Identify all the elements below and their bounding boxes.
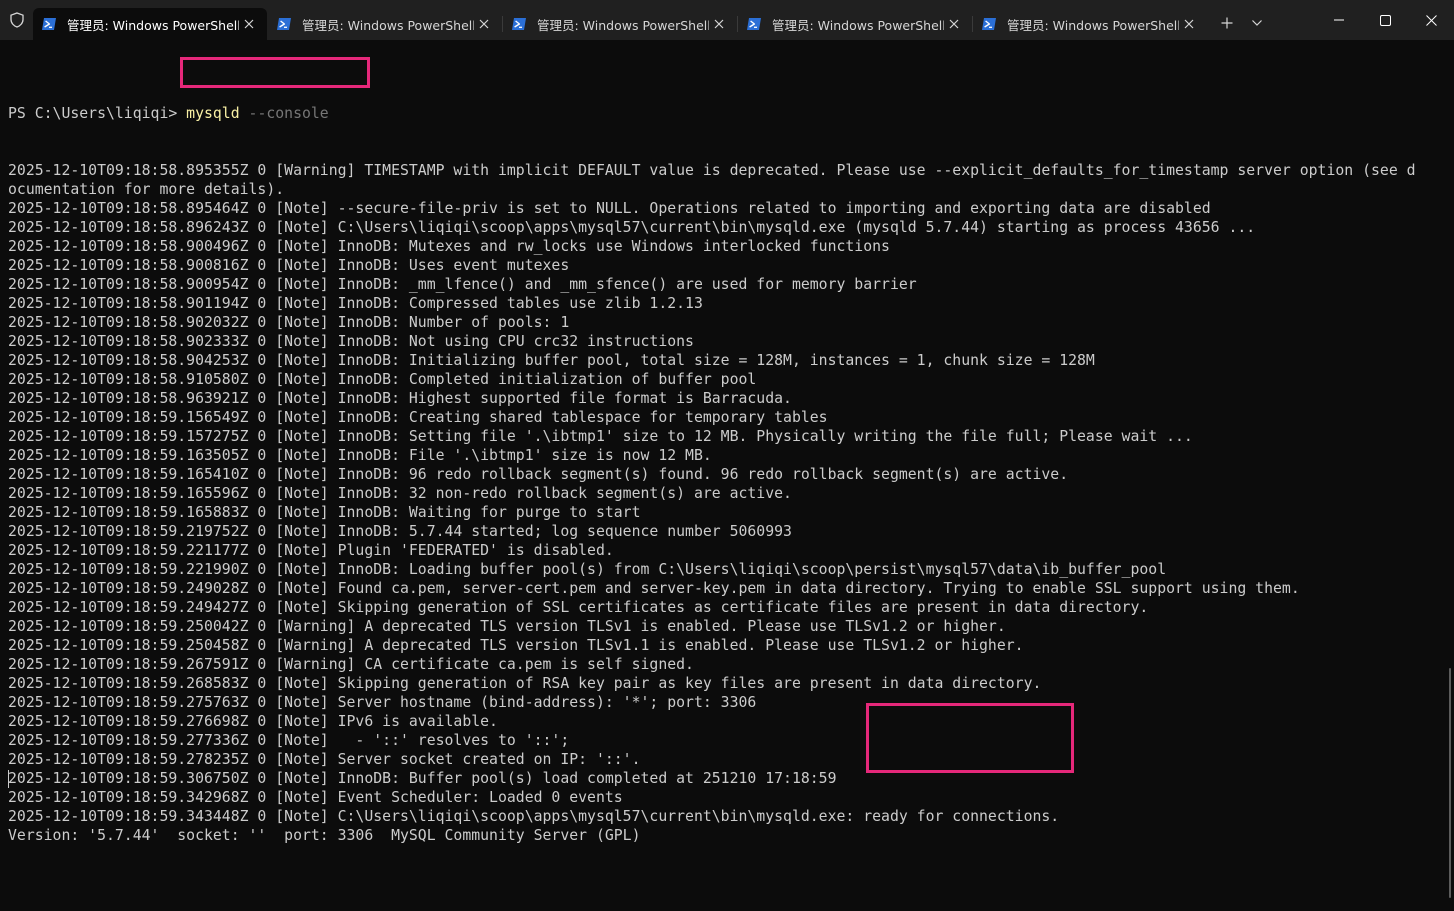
close-icon	[949, 19, 959, 29]
ready-highlight-box	[866, 703, 1074, 773]
log-line: 2025-12-10T09:18:58.900954Z 0 [Note] Inn…	[8, 276, 917, 293]
log-line: 2025-12-10T09:18:58.910580Z 0 [Note] Inn…	[8, 371, 757, 388]
tab-close-button[interactable]	[709, 14, 729, 34]
scrollbar[interactable]	[1449, 668, 1451, 898]
powershell-icon	[512, 18, 526, 30]
minimize-icon	[1334, 19, 1344, 21]
terminal-output: PS C:\Users\liqiqi> mysqld --console 202…	[8, 66, 1416, 883]
log-line: 2025-12-10T09:18:59.249427Z 0 [Note] Ski…	[8, 599, 1149, 616]
log-line: 2025-12-10T09:18:59.165596Z 0 [Note] Inn…	[8, 485, 792, 502]
tab-1[interactable]: 管理员: Windows PowerShell	[33, 8, 267, 40]
log-line: 2025-12-10T09:18:59.157275Z 0 [Note] Inn…	[8, 428, 1193, 445]
log-line: 2025-12-10T09:18:59.275763Z 0 [Note] Ser…	[8, 694, 757, 711]
prompt-line: PS C:\Users\liqiqi> mysqld --console	[8, 104, 1416, 123]
tab-title: 管理员: Windows PowerShell	[1007, 17, 1179, 33]
log-line: 2025-12-10T09:18:59.278235Z 0 [Note] Ser…	[8, 751, 641, 768]
minimize-button[interactable]	[1316, 0, 1362, 40]
command-highlight-box	[180, 57, 370, 88]
tab-2[interactable]: 管理员: Windows PowerShell	[268, 8, 502, 40]
powershell-icon	[747, 18, 761, 30]
close-icon	[1184, 19, 1194, 29]
log-line: 2025-12-10T09:18:58.904253Z 0 [Note] Inn…	[8, 352, 1095, 369]
log-line: 2025-12-10T09:18:59.343448Z 0 [Note] C:\…	[8, 808, 1060, 825]
close-window-button[interactable]	[1408, 0, 1454, 40]
tab-separator	[502, 16, 503, 32]
command: mysqld	[186, 105, 240, 122]
log-line: 2025-12-10T09:18:59.163505Z 0 [Note] Inn…	[8, 447, 712, 464]
log-line: 2025-12-10T09:18:58.900816Z 0 [Note] Inn…	[8, 257, 570, 274]
tab-separator	[737, 16, 738, 32]
log-line: Version: '5.7.44' socket: '' port: 3306 …	[8, 827, 641, 844]
log-line: 2025-12-10T09:18:59.276698Z 0 [Note] IPv…	[8, 713, 498, 730]
log-line: 2025-12-10T09:18:59.250458Z 0 [Warning] …	[8, 637, 1024, 654]
log-line: 2025-12-10T09:18:59.250042Z 0 [Warning] …	[8, 618, 1006, 635]
maximize-icon	[1379, 14, 1391, 26]
log-line: 2025-12-10T09:18:59.342968Z 0 [Note] Eve…	[8, 789, 623, 806]
powershell-icon	[277, 18, 291, 30]
tab-dropdown-button[interactable]	[1244, 8, 1270, 38]
tab-title: 管理员: Windows PowerShell	[67, 17, 239, 33]
close-icon	[479, 19, 489, 29]
tab-close-button[interactable]	[239, 14, 259, 34]
tab-5[interactable]: 管理员: Windows PowerShell	[973, 8, 1207, 40]
close-icon	[244, 19, 254, 29]
log-line: 2025-12-10T09:18:59.165410Z 0 [Note] Inn…	[8, 466, 1069, 483]
command-argument: --console	[239, 105, 329, 122]
tab-4[interactable]: 管理员: Windows PowerShell	[738, 8, 972, 40]
log-line: ocumentation for more details).	[8, 181, 285, 198]
tab-title: 管理员: Windows PowerShell	[772, 17, 944, 33]
log-line: 2025-12-10T09:18:59.156549Z 0 [Note] Inn…	[8, 409, 828, 426]
tab-close-button[interactable]	[474, 14, 494, 34]
maximize-button[interactable]	[1362, 0, 1408, 40]
new-tab-button[interactable]	[1212, 8, 1242, 38]
prompt: PS C:\Users\liqiqi>	[8, 105, 187, 122]
powershell-icon	[42, 18, 56, 30]
log-line: 2025-12-10T09:18:58.900496Z 0 [Note] Inn…	[8, 238, 890, 255]
log-line: 2025-12-10T09:18:59.219752Z 0 [Note] Inn…	[8, 523, 792, 540]
log-line: 2025-12-10T09:18:58.902032Z 0 [Note] Inn…	[8, 314, 570, 331]
log-line: 2025-12-10T09:18:59.249028Z 0 [Note] Fou…	[8, 580, 1300, 597]
log-line: 2025-12-10T09:18:58.895355Z 0 [Warning] …	[8, 162, 1416, 179]
log-line: 2025-12-10T09:18:58.963921Z 0 [Note] Inn…	[8, 390, 792, 407]
terminal-pane[interactable]: PS C:\Users\liqiqi> mysqld --console 202…	[0, 40, 1454, 911]
tab-3[interactable]: 管理员: Windows PowerShell	[503, 8, 737, 40]
log-line: 2025-12-10T09:18:59.277336Z 0 [Note] - '…	[8, 732, 570, 749]
tab-separator	[972, 16, 973, 32]
plus-icon	[1221, 17, 1233, 29]
close-window-icon	[1425, 14, 1437, 26]
log-line: 2025-12-10T09:18:59.306750Z 0 [Note] Inn…	[8, 770, 837, 787]
powershell-icon	[982, 18, 996, 30]
tab-title: 管理员: Windows PowerShell	[537, 17, 709, 33]
log-line: 2025-12-10T09:18:58.896243Z 0 [Note] C:\…	[8, 219, 1256, 236]
tab-close-button[interactable]	[1179, 14, 1199, 34]
log-line: 2025-12-10T09:18:58.895464Z 0 [Note] --s…	[8, 200, 1211, 217]
log-line: 2025-12-10T09:18:59.165883Z 0 [Note] Inn…	[8, 504, 641, 521]
tab-close-button[interactable]	[944, 14, 964, 34]
log-line: 2025-12-10T09:18:59.268583Z 0 [Note] Ski…	[8, 675, 1042, 692]
log-line: 2025-12-10T09:18:58.902333Z 0 [Note] Inn…	[8, 333, 694, 350]
log-line: 2025-12-10T09:18:58.901194Z 0 [Note] Inn…	[8, 295, 703, 312]
log-line: 2025-12-10T09:18:59.221177Z 0 [Note] Plu…	[8, 542, 614, 559]
log-line: 2025-12-10T09:18:59.221990Z 0 [Note] Inn…	[8, 561, 1167, 578]
chevron-down-icon	[1252, 20, 1262, 26]
tab-title: 管理员: Windows PowerShell	[302, 17, 474, 33]
log-line: 2025-12-10T09:18:59.267591Z 0 [Warning] …	[8, 656, 694, 673]
shield-icon	[0, 0, 33, 40]
title-bar: 管理员: Windows PowerShell 管理员: Windows Powe…	[0, 0, 1454, 40]
close-icon	[714, 19, 724, 29]
text-cursor	[8, 770, 9, 788]
